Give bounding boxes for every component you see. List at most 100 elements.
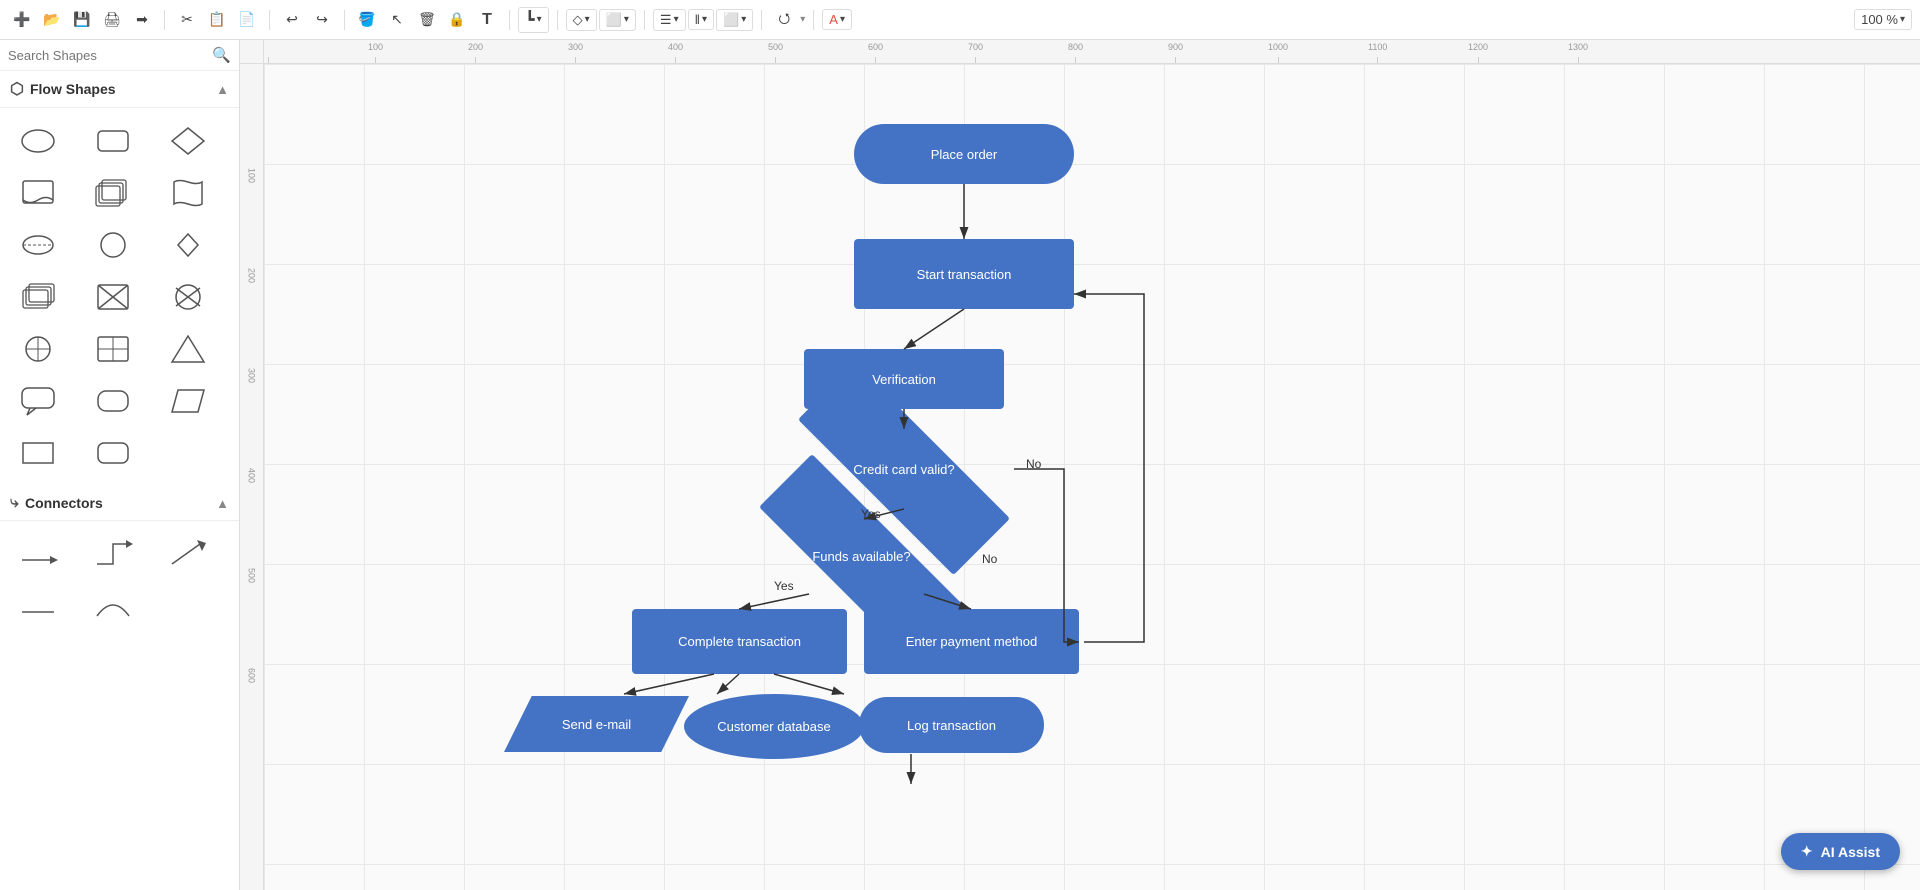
shape-document[interactable] (10, 170, 66, 216)
history-button[interactable]: ⭯ (770, 6, 798, 34)
lock-button[interactable]: 🔒 (443, 6, 471, 34)
shape-rounded-rect[interactable] (85, 118, 141, 164)
node-send-email[interactable]: Send e-mail (504, 696, 689, 752)
fill2-dropdown[interactable]: ⬜ ▾ (599, 9, 636, 31)
sidebar: 🔍 ⬡ Flow Shapes ▲ (0, 40, 240, 890)
fill-button[interactable]: 🪣 (353, 6, 381, 34)
connector-straight-arrow[interactable] (10, 531, 66, 577)
shape-rounded-rect2[interactable] (85, 378, 141, 424)
ruler-corner (240, 40, 264, 64)
text-button[interactable]: T (473, 6, 501, 34)
node-complete-transaction[interactable]: Complete transaction (632, 609, 847, 674)
share-button[interactable]: ➡ (128, 6, 156, 34)
new-button[interactable]: ➕ (8, 6, 36, 34)
node-log-transaction[interactable]: Log transaction (859, 697, 1044, 753)
sep1 (164, 10, 165, 30)
shape-circle[interactable] (85, 222, 141, 268)
canvas[interactable]: Place order Start transaction Verificati… (264, 64, 1920, 890)
node-start-transaction[interactable]: Start transaction (854, 239, 1074, 309)
flow-shapes-icon: ⬡ (10, 79, 24, 99)
ruler-vertical: 100200300400500600 (240, 64, 264, 890)
shape-plain-rect[interactable] (10, 430, 66, 476)
shapes-grid (0, 108, 239, 486)
shape-soft-rect[interactable] (85, 430, 141, 476)
toolbar-history-group: ↩ ↪ (278, 6, 336, 34)
label-no-2: No (1026, 457, 1041, 471)
connectors-grid (0, 521, 239, 639)
label-yes-1: Yes (861, 507, 881, 521)
shape-multi-doc[interactable] (85, 170, 141, 216)
shape-x[interactable] (85, 274, 141, 320)
shape-target[interactable] (10, 326, 66, 372)
node-log-transaction-label: Log transaction (907, 718, 996, 733)
print-button[interactable]: 🖨 (98, 6, 126, 34)
node-enter-payment[interactable]: Enter payment method (864, 609, 1079, 674)
shape-crossed-circle[interactable] (160, 274, 216, 320)
connector-straight-line[interactable] (10, 583, 66, 629)
toolbar-align-group: ☰ ▾ ‖ ▾ ⬜ ▾ (653, 9, 753, 31)
sep2 (269, 10, 270, 30)
shape-dropdown[interactable]: ◇ ▾ (566, 9, 597, 31)
connector-elbow[interactable] (85, 531, 141, 577)
node-complete-label: Complete transaction (678, 634, 801, 649)
shape-ellipse[interactable] (10, 118, 66, 164)
shape-wavy[interactable] (160, 170, 216, 216)
save-button[interactable]: 💾 (68, 6, 96, 34)
node-funds-label: Funds available? (754, 549, 969, 564)
layout-dropdown[interactable]: ⬜ ▾ (716, 9, 753, 31)
shape-split-rect[interactable] (85, 326, 141, 372)
flow-shapes-collapse-icon[interactable]: ▲ (216, 82, 229, 97)
connectors-header[interactable]: ⤷ Connectors ▲ (0, 486, 239, 521)
shape-stacked[interactable] (10, 274, 66, 320)
open-button[interactable]: 📂 (38, 6, 66, 34)
undo-button[interactable]: ↩ (278, 6, 306, 34)
shape-cylinder-horiz[interactable] (10, 222, 66, 268)
main-area: 🔍 ⬡ Flow Shapes ▲ (0, 40, 1920, 890)
delete-button[interactable]: 🗑 (413, 6, 441, 34)
cursor-button[interactable]: ↖ (383, 6, 411, 34)
align-dropdown[interactable]: ☰ ▾ (653, 9, 686, 31)
copy-button[interactable]: 📋 (203, 6, 231, 34)
connector-diagonal-arrow[interactable] (160, 531, 216, 577)
zoom-control: 100 % ▾ (1854, 9, 1912, 30)
flow-shapes-header[interactable]: ⬡ Flow Shapes ▲ (0, 71, 239, 108)
history-arrow[interactable]: ▾ (800, 14, 805, 25)
toolbar-history2-group: ⭯ ▾ (770, 6, 805, 34)
node-place-order[interactable]: Place order (854, 124, 1074, 184)
redo-button[interactable]: ↪ (308, 6, 336, 34)
connectors-collapse-icon[interactable]: ▲ (216, 496, 229, 511)
canvas-area: 1002003004005006007008009001000110012001… (240, 40, 1920, 890)
search-input[interactable] (8, 48, 206, 63)
cut-button[interactable]: ✂ (173, 6, 201, 34)
shape-triangle[interactable] (160, 326, 216, 372)
shape-parallelogram[interactable] (160, 378, 216, 424)
color-dropdown[interactable]: A ▾ (822, 9, 852, 30)
ai-assist-button[interactable]: ✦ AI Assist (1781, 833, 1900, 870)
distribute-dropdown[interactable]: ‖ ▾ (688, 9, 714, 30)
toolbar-shape-group: ◇ ▾ ⬜ ▾ (566, 9, 636, 31)
shape-small-diamond[interactable] (160, 222, 216, 268)
connectors-label: Connectors (25, 495, 103, 511)
sep4 (509, 10, 510, 30)
shape-diamond[interactable] (160, 118, 216, 164)
connector-curved[interactable] (85, 583, 141, 629)
sep3 (344, 10, 345, 30)
search-bar: 🔍 (0, 40, 239, 71)
zoom-level: 100 % (1861, 12, 1898, 27)
toolbar-connector-group: ┗ ▾ (518, 7, 549, 33)
node-enter-payment-label: Enter payment method (906, 634, 1038, 649)
zoom-dropdown[interactable]: 100 % ▾ (1854, 9, 1912, 30)
search-icon[interactable]: 🔍 (212, 46, 231, 64)
sep7 (761, 10, 762, 30)
node-verification-label: Verification (872, 372, 936, 387)
node-customer-db[interactable]: Customer database (684, 694, 864, 759)
waypoints-dropdown[interactable]: ┗ ▾ (518, 7, 549, 33)
sep5 (557, 10, 558, 30)
shape-callout[interactable] (10, 378, 66, 424)
sep8 (813, 10, 814, 30)
flow-shapes-label: Flow Shapes (30, 81, 116, 97)
paste-button[interactable]: 📄 (233, 6, 261, 34)
toolbar-file-group: ➕ 📂 💾 🖨 ➡ (8, 6, 156, 34)
ai-assist-label: AI Assist (1821, 844, 1880, 860)
ai-assist-icon: ✦ (1801, 843, 1813, 860)
